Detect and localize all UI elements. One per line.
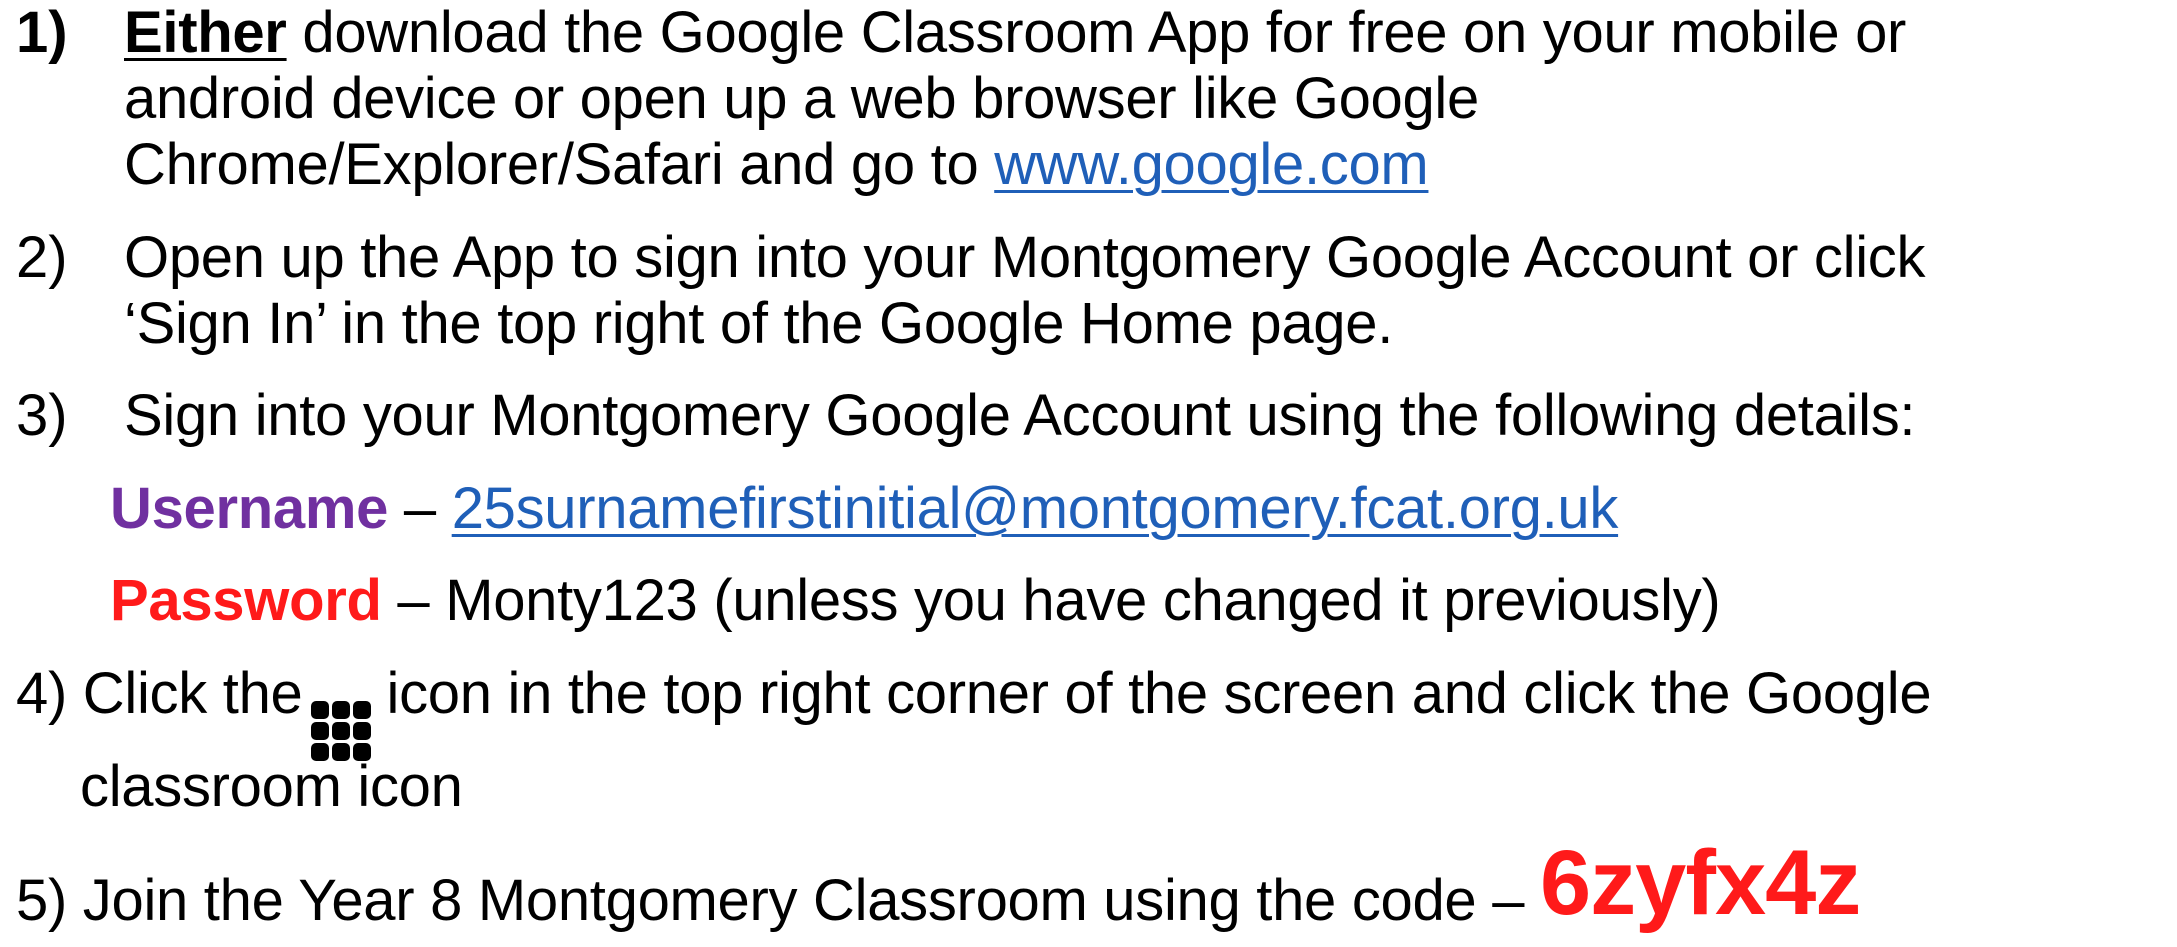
password-text: – Monty123 (unless you have changed it p… xyxy=(381,568,1721,633)
step-2-line-1: Open up the App to sign into your Montgo… xyxy=(124,225,1926,290)
username-email-link[interactable]: 25surnamefirstinitial@montgomery.fcat.or… xyxy=(452,476,1619,541)
username-dash: – xyxy=(388,476,452,541)
class-code: 6zyfx4z xyxy=(1539,832,1861,934)
step-1-line-2: android device or open up a web browser … xyxy=(124,66,1479,131)
step-4-line-1-text: icon in the top right corner of the scre… xyxy=(386,661,1932,726)
apps-grid-icon xyxy=(310,701,371,761)
step-5-line: 5) Join the Year 8 Montgomery Classroom … xyxy=(16,837,1861,934)
step-3-line-1: Sign into your Montgomery Google Account… xyxy=(124,383,1916,448)
password-row: Password – Monty123 (unless you have cha… xyxy=(110,568,1721,634)
step-1-number: 1) xyxy=(16,0,68,65)
step-1-either: Either xyxy=(124,0,287,65)
step-1-line-1: Either download the Google Classroom App… xyxy=(124,0,1906,66)
step-2-number: 2) xyxy=(16,225,68,290)
step-5-text: 5) Join the Year 8 Montgomery Classroom … xyxy=(16,868,1540,933)
step-1-line-3-text: Chrome/Explorer/Safari and go to xyxy=(124,132,995,197)
password-label: Password xyxy=(110,568,382,633)
step-2-line-2: ‘Sign In’ in the top right of the Google… xyxy=(124,291,1394,356)
step-4-line-2: classroom icon xyxy=(80,754,463,819)
step-3-number: 3) xyxy=(16,383,68,448)
step-4-line-1: 4) Click the icon in the top right corner… xyxy=(16,661,1932,761)
step-4-prefix: 4) Click the xyxy=(16,661,303,726)
instructions-document: 1) Either download the Google Classroom … xyxy=(0,0,2177,947)
step-1-line-1-text: download the Google Classroom App for fr… xyxy=(286,0,1907,65)
username-row: Username – 25surnamefirstinitial@montgom… xyxy=(110,476,1618,542)
step-1-line-3: Chrome/Explorer/Safari and go to www.goo… xyxy=(124,132,1429,198)
google-link[interactable]: www.google.com xyxy=(994,132,1429,197)
username-label: Username xyxy=(110,476,389,541)
